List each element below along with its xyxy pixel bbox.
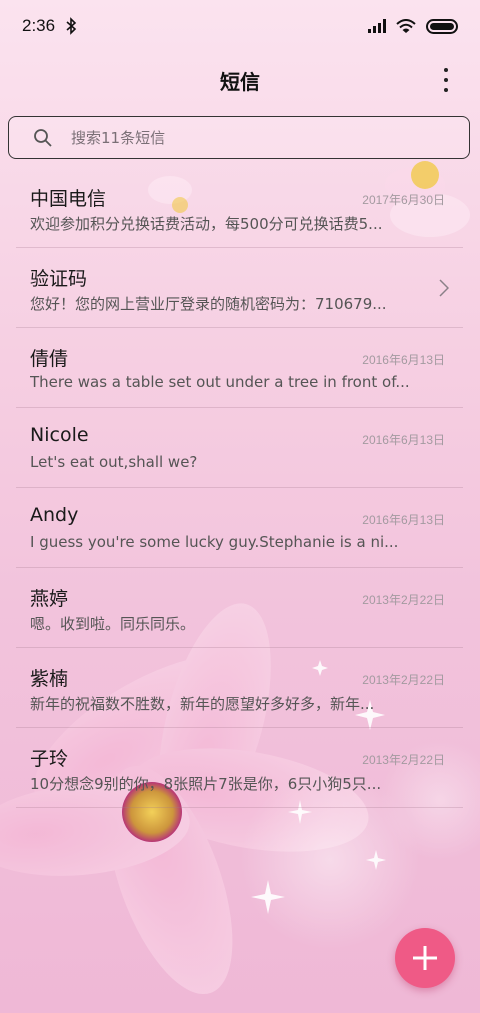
status-bar: 2:36 xyxy=(0,0,480,52)
new-message-button[interactable] xyxy=(395,928,455,988)
message-item[interactable]: Andy 2016年6月13日 I guess you're some luck… xyxy=(16,488,463,568)
message-preview: Let's eat out,shall we? xyxy=(30,453,198,471)
search-bar[interactable] xyxy=(8,116,470,159)
message-date: 2013年2月22日 xyxy=(362,753,445,767)
message-item[interactable]: Nicole 2016年6月13日 Let's eat out,shall we… xyxy=(16,408,463,488)
message-sender: Andy xyxy=(30,504,79,526)
wifi-icon xyxy=(396,18,416,33)
message-preview: 嗯。收到啦。同乐同乐。 xyxy=(30,615,196,633)
message-item[interactable]: 子玲 2013年2月22日 10分想念9别的你，8张照片7张是你，6只小狗5只.… xyxy=(16,728,463,808)
message-date: 2017年6月30日 xyxy=(362,193,445,207)
message-sender: 子玲 xyxy=(30,748,69,770)
message-preview: 10分想念9别的你，8张照片7张是你，6只小狗5只... xyxy=(30,775,382,793)
search-input[interactable] xyxy=(71,128,431,147)
message-date: 2016年6月13日 xyxy=(362,353,445,367)
message-list: 中国电信 2017年6月30日 欢迎参加积分兑换话费活动，每500分可兑换话费5… xyxy=(16,168,463,808)
status-time: 2:36 xyxy=(22,16,56,35)
message-item[interactable]: 中国电信 2017年6月30日 欢迎参加积分兑换话费活动，每500分可兑换话费5… xyxy=(16,168,463,248)
page-title: 短信 xyxy=(220,69,260,94)
message-sender: 燕婷 xyxy=(30,588,69,610)
message-sender: 中国电信 xyxy=(30,188,107,210)
message-sender: 倩倩 xyxy=(30,348,69,370)
message-item[interactable]: 倩倩 2016年6月13日 There was a table set out … xyxy=(16,328,463,408)
chevron-right-icon xyxy=(439,279,449,297)
message-sender: 紫楠 xyxy=(30,668,69,690)
message-preview: 欢迎参加积分兑换话费活动，每500分可兑换话费5... xyxy=(30,215,383,233)
message-preview: There was a table set out under a tree i… xyxy=(30,373,410,391)
battery-icon xyxy=(426,18,458,34)
message-sender: 验证码 xyxy=(30,268,88,290)
message-item[interactable]: 验证码 您好！您的网上营业厅登录的随机密码为：710679... xyxy=(16,248,463,328)
message-date: 2013年2月22日 xyxy=(362,593,445,607)
more-vertical-icon[interactable] xyxy=(442,68,450,92)
message-item[interactable]: 紫楠 2013年2月22日 新年的祝福数不胜数，新年的愿望好多好多，新年... xyxy=(16,648,463,728)
search-icon xyxy=(34,128,52,147)
message-item[interactable]: 燕婷 2013年2月22日 嗯。收到啦。同乐同乐。 xyxy=(16,568,463,648)
message-date: 2013年2月22日 xyxy=(362,673,445,687)
plus-icon xyxy=(413,946,437,970)
message-date: 2016年6月13日 xyxy=(362,433,445,447)
message-preview: 新年的祝福数不胜数，新年的愿望好多好多，新年... xyxy=(30,695,375,713)
message-sender: Nicole xyxy=(30,424,89,446)
signal-icon xyxy=(368,19,386,33)
bluetooth-icon xyxy=(66,17,77,35)
message-preview: 您好！您的网上营业厅登录的随机密码为：710679... xyxy=(30,295,387,313)
message-date: 2016年6月13日 xyxy=(362,513,445,527)
message-preview: I guess you're some lucky guy.Stephanie … xyxy=(30,533,399,551)
app-header: 短信 xyxy=(0,56,480,104)
